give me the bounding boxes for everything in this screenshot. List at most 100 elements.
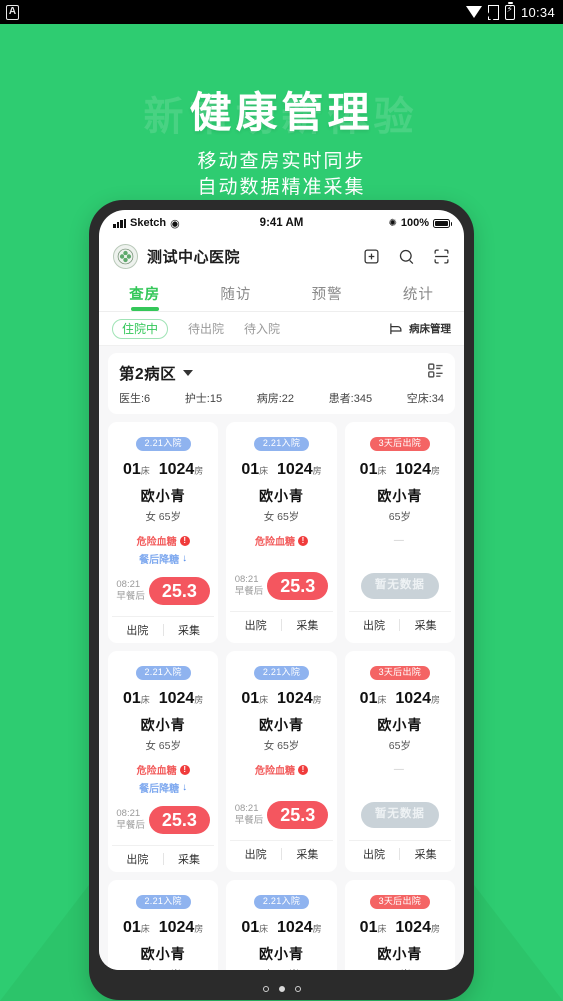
collect-button[interactable]: 采集 <box>400 617 451 633</box>
discharge-button[interactable]: 出院 <box>230 846 281 862</box>
no-data-pill: 暂无数据 <box>360 802 439 828</box>
patient-status-badge: 2.21入院 <box>135 665 191 680</box>
ward-header-row: 第2病区 <box>119 362 444 384</box>
discharge-button[interactable]: 出院 <box>230 617 281 633</box>
measurement-value: 25.3 <box>267 800 329 830</box>
risk-warning-primary: 危险血糖! <box>230 762 332 777</box>
wifi-icon: ◉ <box>170 217 180 230</box>
patient-card[interactable]: 2.21入院01床 1024房欧小青女 65岁危险血糖!08:21早餐后25.3… <box>226 880 337 970</box>
collect-button[interactable]: 采集 <box>282 846 333 862</box>
discharge-button[interactable]: 出院 <box>112 622 163 638</box>
ward-stat-patients: 患者:345 <box>328 393 373 405</box>
android-status-bar: A 10:34 <box>0 0 563 24</box>
patient-card[interactable]: 2.21入院01床 1024房欧小青女 65岁危险血糖!餐后降糖↓08:21早餐… <box>108 880 219 970</box>
patient-meta: 女 65岁 <box>263 511 300 523</box>
risk-warning-secondary: 餐后降糖 ↓ <box>112 780 214 795</box>
bed-management-label: 病床管理 <box>409 323 451 335</box>
phone-mockup: Sketch ◉ 9:41 AM ✺ 100% 测试中心医院 查房 随访 预警 … <box>89 200 474 1000</box>
discharge-button[interactable]: 出院 <box>349 846 400 862</box>
bed-room-row: 01床 1024房 <box>359 690 440 707</box>
ios-status-right: ✺ 100% <box>303 217 453 229</box>
page-dot[interactable] <box>262 986 269 992</box>
hospital-emblem-svg <box>117 248 134 264</box>
risk-label: 危险血糖 <box>136 537 177 548</box>
chevron-down-icon[interactable] <box>183 370 194 376</box>
ward-summary-panel: 第2病区 医生:6 护士:15 病房:22 患者:345 空床:34 <box>108 353 455 414</box>
filter-chip-daichuyuan[interactable]: 待出院 <box>188 320 224 337</box>
measurement-time-block: 08:21 早餐后 <box>116 808 145 832</box>
patient-status-badge: 2.21入院 <box>253 665 310 680</box>
battery-percent: 100% <box>400 217 430 229</box>
collect-button[interactable]: 采集 <box>164 851 215 867</box>
collect-button[interactable]: 采集 <box>400 846 451 862</box>
ward-name[interactable]: 第2病区 <box>119 362 176 384</box>
patient-card[interactable]: 3天后出院01床 1024房欧小青65岁—暂无数据出院采集 <box>344 422 455 643</box>
collect-button[interactable]: 采集 <box>164 622 215 638</box>
alert-icon: ! <box>179 764 190 775</box>
patient-meta: 65岁 <box>349 967 451 970</box>
discharge-button[interactable]: 出院 <box>112 851 163 867</box>
bed-room-row: 01床 1024房 <box>359 919 440 936</box>
no-risk-placeholder: — <box>393 535 406 546</box>
no-data-area: 暂无数据 <box>349 799 451 831</box>
patient-status-badge: 3天后出院 <box>369 665 431 680</box>
tab-tongji[interactable]: 统计 <box>373 276 464 311</box>
risk-label: 危险血糖 <box>254 537 295 548</box>
android-status-right: 10:34 <box>465 2 555 20</box>
patient-card[interactable]: 3天后出院01床 1024房欧小青65岁—暂无数据出院采集 <box>344 880 455 970</box>
patient-meta: 女 65岁 <box>145 511 181 523</box>
patient-card[interactable]: 3天后出院01床 1024房欧小青65岁—暂无数据出院采集 <box>344 651 455 872</box>
app-header: 测试中心医院 <box>99 236 464 276</box>
tab-chafang[interactable]: 查房 <box>99 276 190 311</box>
patient-meta: 女 65岁 <box>230 967 332 970</box>
risk-label-secondary: 餐后降糖 <box>139 784 180 795</box>
measurement-value: 25.3 <box>148 805 210 835</box>
measurement-value: 25.3 <box>148 576 210 606</box>
scan-icon[interactable] <box>433 248 450 265</box>
arrow-down-icon: ↓ <box>182 782 188 793</box>
bed-room-row: 01床 1024房 <box>241 461 322 478</box>
risk-label: 危险血糖 <box>254 766 295 777</box>
bluetooth-icon: ✺ <box>388 217 397 229</box>
patient-status-badge: 3天后出院 <box>369 436 431 451</box>
page-dot-active[interactable] <box>278 986 285 992</box>
cellular-bars-icon <box>113 218 126 228</box>
patient-card[interactable]: 2.21入院01床 1024房欧小青女 65岁危险血糖!餐后降糖↓08:21早餐… <box>108 422 219 643</box>
card-action-bar: 出院 采集 <box>112 616 215 643</box>
bed-management-button[interactable]: 病床管理 <box>389 321 451 336</box>
patient-card[interactable]: 2.21入院01床 1024房欧小青女 65岁危险血糖!08:21早餐后25.3… <box>226 422 337 643</box>
patient-name: 欧小青 <box>258 946 304 962</box>
add-square-icon[interactable] <box>363 248 380 265</box>
main-tab-bar: 查房 随访 预警 统计 <box>99 276 464 312</box>
tab-suifang[interactable]: 随访 <box>190 276 281 311</box>
search-icon[interactable] <box>398 248 415 265</box>
alert-icon: ! <box>297 535 308 546</box>
patient-name: 欧小青 <box>140 488 186 504</box>
bed-room-row: 01床 1024房 <box>241 919 322 936</box>
filter-chip-dairuyuan[interactable]: 待入院 <box>244 320 280 337</box>
ward-stat-freebeds: 空床:34 <box>406 393 444 405</box>
measurement-row: 08:21 早餐后 25.3 <box>112 575 214 607</box>
patient-status-badge: 2.21入院 <box>253 894 310 909</box>
discharge-button[interactable]: 出院 <box>349 617 400 633</box>
patient-name: 欧小青 <box>258 717 304 733</box>
no-risk-placeholder: — <box>393 764 406 775</box>
list-grid-toggle-icon[interactable] <box>427 362 444 384</box>
patient-card[interactable]: 2.21入院01床 1024房欧小青女 65岁危险血糖!餐后降糖↓08:21早餐… <box>108 651 219 872</box>
ward-stats-row: 医生:6 护士:15 病房:22 患者:345 空床:34 <box>119 390 444 406</box>
page-dot[interactable] <box>294 986 301 992</box>
collect-button[interactable]: 采集 <box>282 617 333 633</box>
tab-yujing[interactable]: 预警 <box>282 276 373 311</box>
ward-stat-doctors: 医生:6 <box>119 393 151 405</box>
patient-card[interactable]: 2.21入院01床 1024房欧小青女 65岁危险血糖!08:21早餐后25.3… <box>226 651 337 872</box>
battery-icon <box>433 218 453 228</box>
risk-warning-secondary: 餐后降糖 ↓ <box>112 551 214 566</box>
bed-room-row: 01床 1024房 <box>241 690 322 707</box>
measurement-period: 早餐后 <box>116 820 145 831</box>
alert-icon: ! <box>297 764 308 775</box>
filter-chip-zhuyuanzhong[interactable]: 住院中 <box>112 318 169 339</box>
measurement-time-block: 08:21 早餐后 <box>235 574 264 598</box>
phone-screen: Sketch ◉ 9:41 AM ✺ 100% 测试中心医院 查房 随访 预警 … <box>99 210 464 970</box>
